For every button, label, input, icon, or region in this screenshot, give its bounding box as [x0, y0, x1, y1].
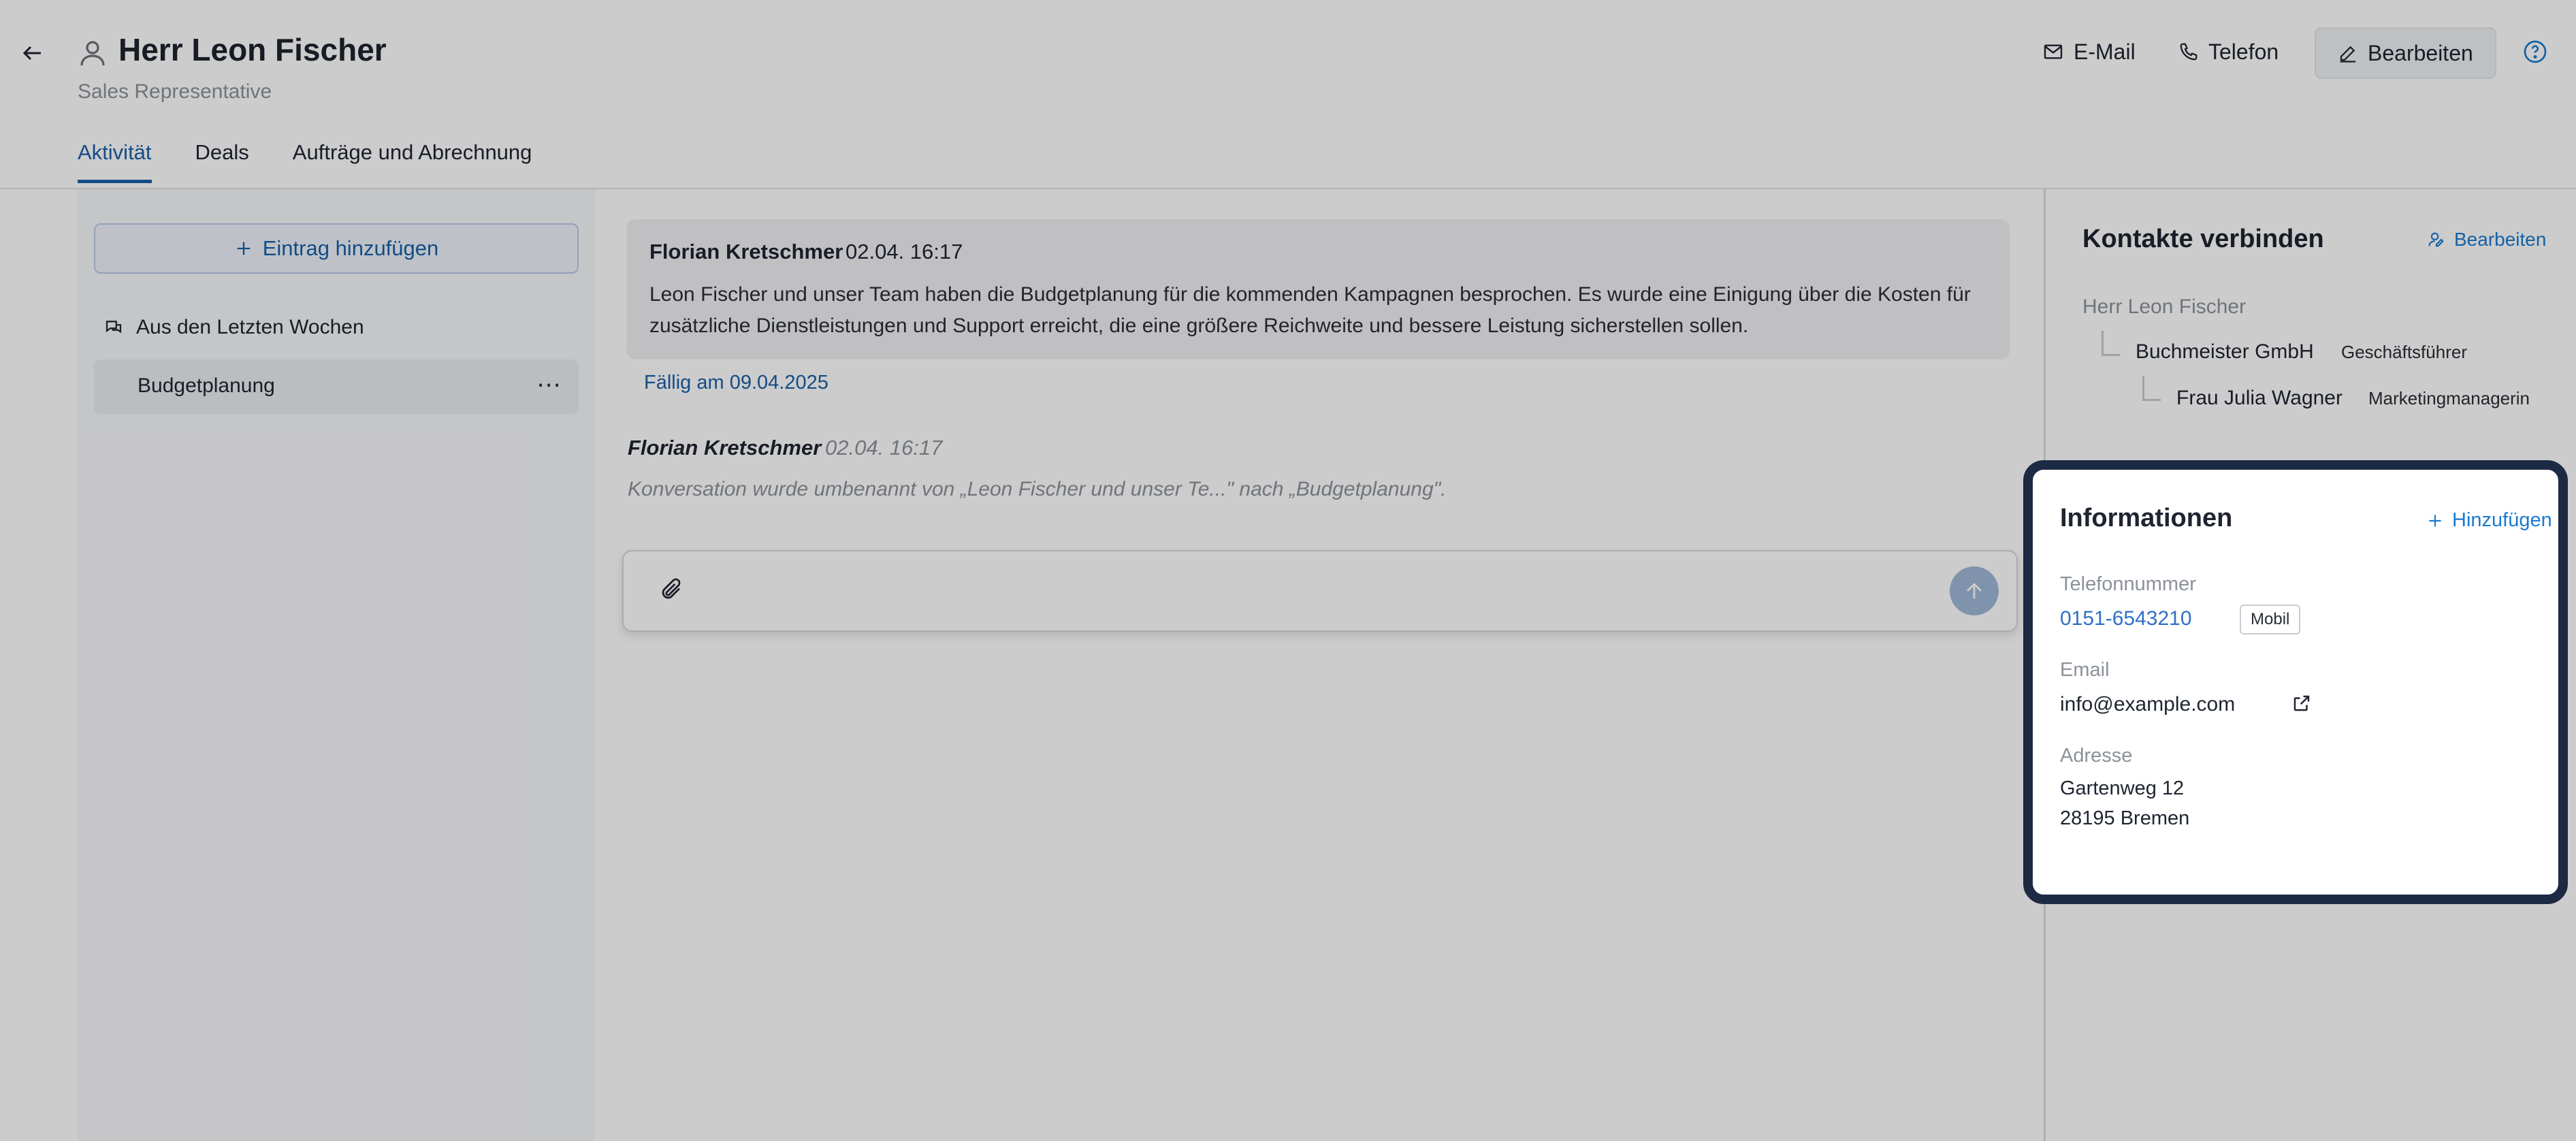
- address-city: 28195 Bremen: [2060, 807, 2190, 829]
- email-label: Email: [2060, 659, 2110, 681]
- add-information-button[interactable]: Hinzufügen: [2426, 509, 2552, 532]
- information-card: Informationen Hinzufügen Telefonnummer 0…: [2023, 460, 2568, 904]
- address-street: Gartenweg 12: [2060, 777, 2185, 799]
- phone-number-link[interactable]: 0151-6543210: [2060, 607, 2192, 630]
- phone-type-badge: Mobil: [2240, 605, 2301, 634]
- address-label: Adresse: [2060, 745, 2133, 767]
- add-information-label: Hinzufügen: [2452, 509, 2552, 531]
- external-link-icon[interactable]: [2291, 693, 2312, 717]
- crm-contact-page: Herr Leon Fischer Sales Representative E…: [0, 0, 2576, 1141]
- information-title: Informationen: [2060, 504, 2233, 532]
- email-value: info@example.com: [2060, 693, 2236, 716]
- phone-label: Telefonnummer: [2060, 573, 2196, 595]
- plus-icon: [2429, 514, 2441, 527]
